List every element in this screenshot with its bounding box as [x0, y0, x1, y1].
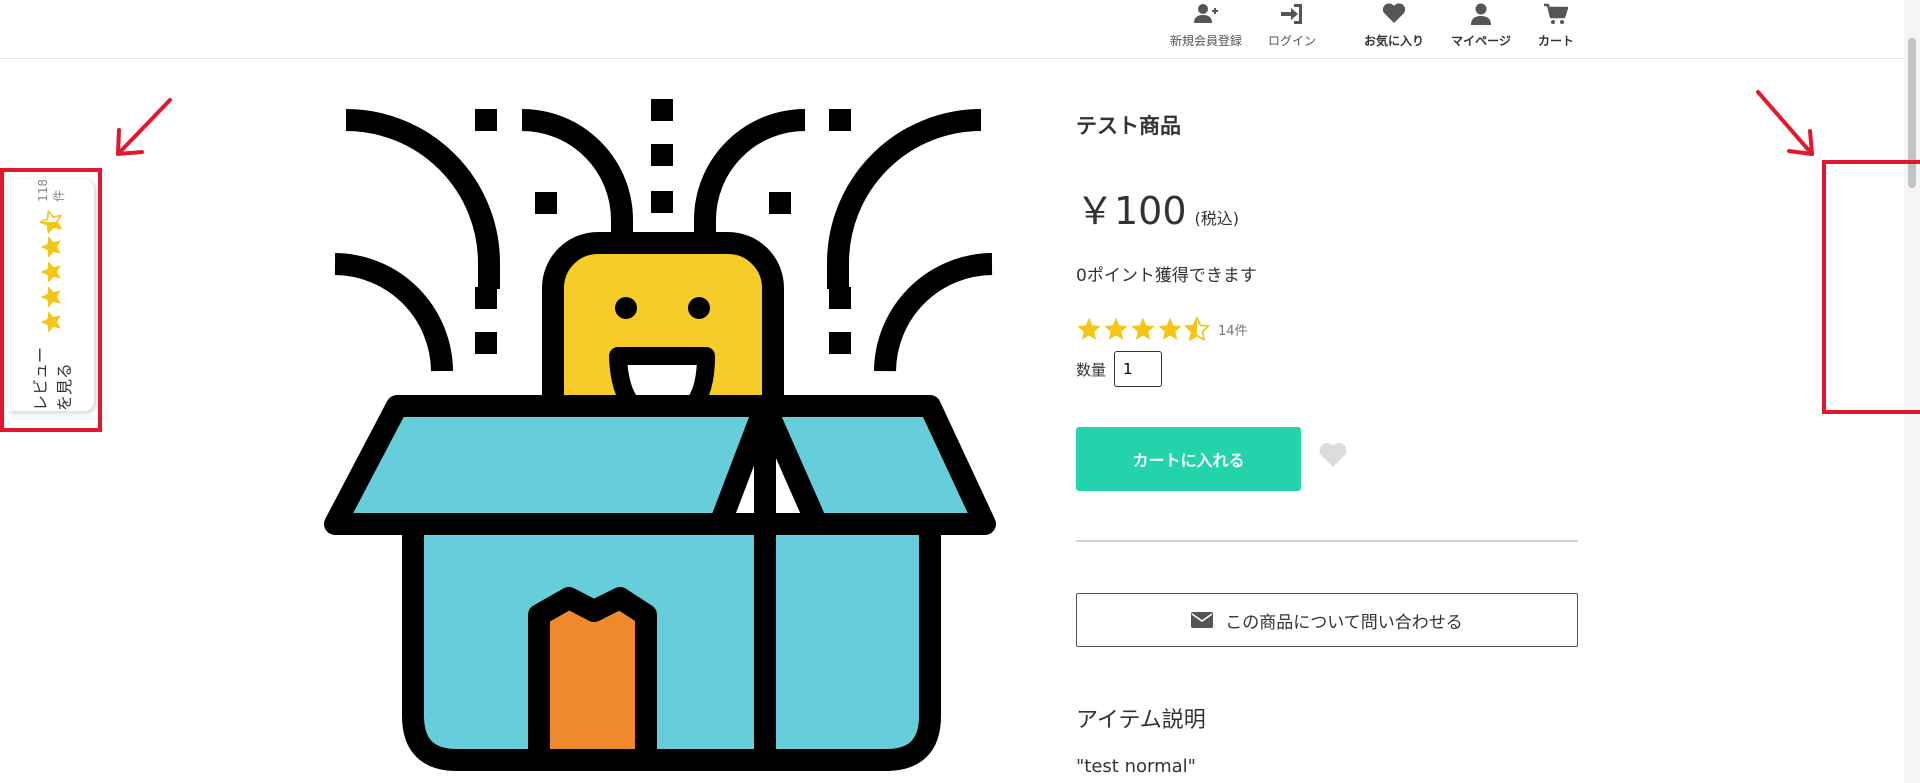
star-icon [1158, 317, 1182, 340]
price-row: ￥100 (税込) [1076, 180, 1239, 235]
description-text: "test normal" [1076, 756, 1196, 777]
description-heading: アイテム説明 [1076, 708, 1206, 733]
quantity-label: 数量 [1076, 360, 1107, 379]
nav-login-label: ログイン [1267, 34, 1316, 48]
add-to-cart-button[interactable]: カートに入れる [1076, 427, 1301, 491]
annotation-box-left [0, 168, 102, 432]
user-plus-icon [1194, 4, 1218, 23]
sign-in-icon [1281, 4, 1302, 24]
favorite-heart-icon[interactable] [1318, 441, 1348, 469]
nav-favorites-label: お気に入り [1363, 34, 1424, 48]
star-icon [1131, 317, 1155, 340]
nav-register[interactable]: 新規会員登録 [1168, 0, 1244, 58]
product-rating: 14件 [1076, 316, 1248, 342]
nav-favorites[interactable]: お気に入り [1360, 0, 1428, 58]
quantity-row: 数量 [1076, 351, 1163, 387]
nav-cart-label: カート [1537, 34, 1574, 48]
surprise-box-illustration [324, 99, 996, 771]
nav-mypage-label: マイページ [1451, 34, 1511, 48]
tax-note: (税込) [1194, 209, 1240, 228]
product-title: テスト商品 [1076, 114, 1181, 138]
star-half-icon [1184, 316, 1210, 341]
quantity-input[interactable] [1114, 351, 1163, 387]
section-divider [1076, 540, 1578, 542]
nav-login[interactable]: ログイン [1262, 0, 1322, 58]
star-icon [1104, 317, 1128, 340]
contact-about-product-button[interactable]: この商品について問い合わせる [1076, 593, 1578, 647]
nav-register-label: 新規会員登録 [1169, 34, 1242, 48]
annotation-arrow-right [1756, 90, 1814, 156]
user-icon [1471, 3, 1491, 25]
review-count-link[interactable]: 14件 [1218, 320, 1248, 339]
contact-button-label: この商品について問い合わせる [1225, 612, 1463, 633]
cart-icon [1544, 3, 1569, 24]
annotation-arrow-left [116, 98, 172, 156]
envelope-icon [1191, 612, 1214, 628]
annotation-box-right [1822, 160, 1920, 414]
points-text: 0ポイント獲得できます [1076, 266, 1257, 286]
rating-stars [1076, 316, 1210, 342]
star-icon [1077, 317, 1101, 340]
heart-icon [1382, 3, 1406, 24]
site-header: 新規会員登録 ログイン お気に入り マイページ カート [0, 0, 1904, 59]
nav-cart[interactable]: カート [1530, 0, 1582, 58]
nav-mypage[interactable]: マイページ [1448, 0, 1514, 58]
product-price: ￥100 [1076, 189, 1187, 233]
